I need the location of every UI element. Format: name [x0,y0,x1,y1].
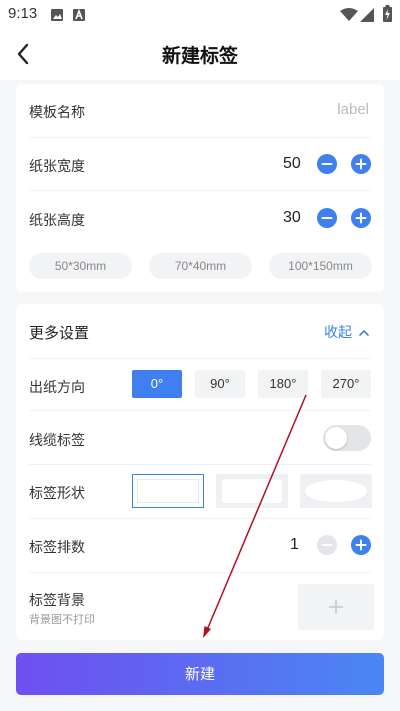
preset-70x40[interactable]: 70*40mm [149,253,252,279]
cable-label-row: 线缆标签 [29,411,371,465]
battery-charging-icon [383,5,392,26]
rows-label: 标签排数 [29,540,85,556]
shape-rounded-option[interactable] [216,474,288,508]
minus-icon [321,544,333,546]
template-name-label: 模板名称 [29,105,85,121]
create-button[interactable]: 新建 [16,653,384,695]
page-title: 新建标签 [161,45,238,67]
rectangle-shape-preview [137,479,199,503]
direction-90[interactable]: 90° [195,370,245,398]
paper-width-value: 50 [283,155,301,172]
background-label: 标签背景 [29,593,85,609]
rows-value: 1 [290,536,299,553]
background-hint: 背景图不打印 [29,613,95,626]
minus-icon [321,163,333,165]
template-name-input[interactable]: label [337,101,369,118]
paper-width-label: 纸张宽度 [29,159,85,175]
paper-height-label: 纸张高度 [29,213,85,229]
shape-label: 标签形状 [29,486,85,502]
preset-100x150[interactable]: 100*150mm [269,253,372,279]
ellipse-shape-preview [305,480,367,502]
signal-icon [360,7,374,26]
shape-ellipse-option[interactable] [300,474,372,508]
plus-icon [355,158,367,170]
wifi-icon [340,7,358,26]
plus-icon [355,212,367,224]
paper-height-row: 纸张高度 30 [29,191,371,245]
more-settings-title: 更多设置 [29,324,90,342]
rows-increase-button[interactable] [351,535,371,555]
rows-decrease-button[interactable] [317,535,337,555]
chevron-up-icon [359,329,369,336]
height-increase-button[interactable] [351,208,371,228]
paper-height-value: 30 [283,209,301,226]
more-settings-card: 更多设置 收起 出纸方向 0° 90° 180° 270° 线缆标签 标签形状 … [16,304,384,640]
title-bar: 新建标签 [0,28,400,80]
toggle-knob [325,427,347,449]
direction-label: 出纸方向 [29,380,85,396]
preset-50x30[interactable]: 50*30mm [29,253,132,279]
cable-toggle[interactable] [323,425,371,451]
add-background-button[interactable] [298,584,374,630]
cable-label: 线缆标签 [29,433,85,449]
direction-270[interactable]: 270° [321,370,371,398]
rounded-shape-preview [222,479,282,503]
direction-0[interactable]: 0° [132,370,182,398]
direction-180[interactable]: 180° [258,370,308,398]
height-decrease-button[interactable] [317,208,337,228]
status-time: 9:13 [8,5,38,22]
width-decrease-button[interactable] [317,154,337,174]
rows-row: 标签排数 1 [29,519,371,573]
minus-icon [321,217,333,219]
status-bar: 9:13 [0,0,400,28]
plus-icon [329,600,343,614]
width-increase-button[interactable] [351,154,371,174]
collapse-label: 收起 [324,325,352,341]
shape-rectangle-option[interactable] [132,474,204,508]
paper-width-row: 纸张宽度 50 [29,138,371,191]
collapse-button[interactable]: 收起 [324,322,370,342]
a-icon [72,7,86,26]
template-name-row: 模板名称 label [29,84,371,138]
plus-icon [355,539,367,551]
image-icon [50,7,64,26]
